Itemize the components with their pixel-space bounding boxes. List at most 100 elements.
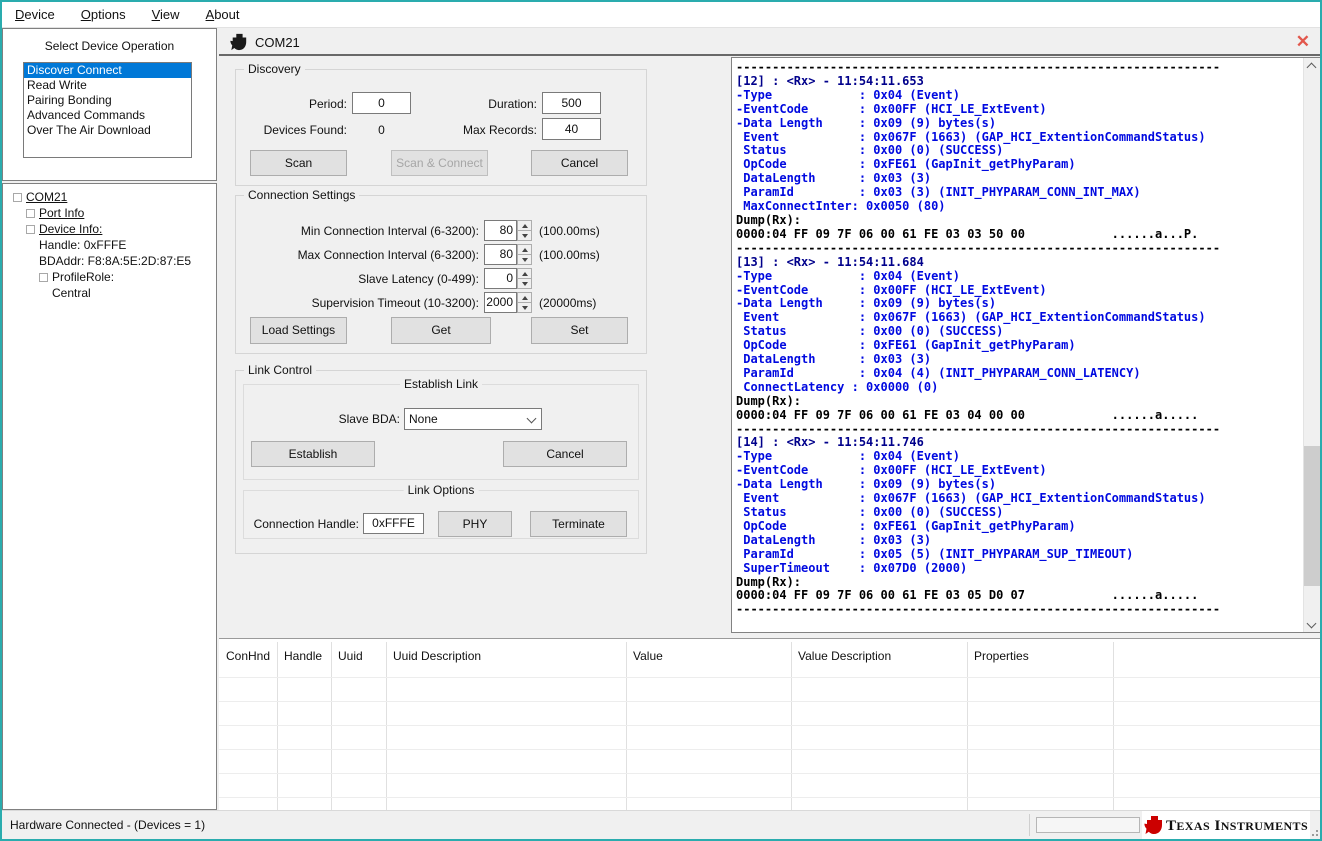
tree-item-handle-0xfffe[interactable]: Handle: 0xFFFE — [8, 237, 216, 253]
log-line: DataLength : 0x03 (3) — [736, 172, 1298, 186]
scroll-up-icon[interactable] — [1308, 62, 1316, 70]
set-button[interactable]: Set — [531, 317, 628, 344]
conn-setting-note: (100.00ms) — [539, 248, 600, 262]
log-line: Status : 0x00 (0) (SUCCESS) — [736, 506, 1298, 520]
spinner-value[interactable]: 80 — [484, 244, 517, 265]
link-cancel-button[interactable]: Cancel — [503, 441, 627, 467]
slave-bda-label: Slave BDA: — [282, 412, 400, 426]
load-settings-button[interactable]: Load Settings — [250, 317, 347, 344]
menu-item-options[interactable]: Options — [68, 2, 139, 26]
log-line: DataLength : 0x03 (3) — [736, 353, 1298, 367]
tree-item-profilerole-[interactable]: ProfileRole: — [8, 269, 216, 285]
connection-handle-label: Connection Handle: — [248, 517, 359, 531]
table-header-properties[interactable]: Properties — [967, 639, 1113, 673]
spinner-down-icon[interactable] — [517, 278, 532, 289]
terminate-button[interactable]: Terminate — [530, 511, 627, 537]
log-line: ParamId : 0x04 (4) (INIT_PHYPARAM_CONN_L… — [736, 367, 1298, 381]
log-line: -EventCode : 0x00FF (HCI_LE_ExtEvent) — [736, 103, 1298, 117]
conn-setting-spinner[interactable]: 0 — [484, 268, 532, 289]
menu-item-device[interactable]: Device — [2, 2, 68, 26]
menu-item-about[interactable]: About — [193, 2, 253, 26]
log-line: [14] : <Rx> - 11:54:11.746 — [736, 436, 1298, 450]
operation-item-advanced-commands[interactable]: Advanced Commands — [24, 108, 191, 123]
spinner-down-icon[interactable] — [517, 302, 532, 313]
conn-setting-label: Min Connection Interval (6-3200): — [242, 224, 479, 238]
tree-item-device-info-[interactable]: Device Info: — [8, 221, 216, 237]
operation-item-discover-connect[interactable]: Discover Connect — [24, 63, 191, 78]
device-operation-listbox[interactable]: Discover ConnectRead WritePairing Bondin… — [23, 62, 192, 158]
table-header-conhnd[interactable]: ConHnd — [219, 639, 277, 673]
scrollbar-thumb[interactable] — [1304, 446, 1321, 586]
com-window-title: COM21 — [255, 35, 300, 50]
table-header-value[interactable]: Value — [626, 639, 791, 673]
table-row-divider — [219, 677, 1322, 678]
operation-item-over-the-air-download[interactable]: Over The Air Download — [24, 123, 191, 138]
spinner-down-icon[interactable] — [517, 230, 532, 241]
table-row-divider — [219, 749, 1322, 750]
discovery-cancel-button[interactable]: Cancel — [531, 150, 628, 176]
duration-label: Duration: — [432, 97, 537, 111]
tree-item-com21[interactable]: COM21 — [8, 189, 216, 205]
log-line: -Data Length : 0x09 (9) bytes(s) — [736, 478, 1298, 492]
tree-expander-icon[interactable] — [39, 273, 48, 282]
period-input[interactable]: 0 — [352, 92, 411, 114]
spinner-down-icon[interactable] — [517, 254, 532, 265]
log-line: [13] : <Rx> - 11:54:11.684 — [736, 256, 1298, 270]
log-line: DataLength : 0x03 (3) — [736, 534, 1298, 548]
log-scrollbar[interactable] — [1303, 58, 1320, 632]
tree-item-port-info[interactable]: Port Info — [8, 205, 216, 221]
table-header-uuid[interactable]: Uuid — [331, 639, 386, 673]
conn-setting-note: (20000ms) — [539, 296, 596, 310]
max-records-label: Max Records: — [432, 123, 537, 137]
conn-setting-spinner[interactable]: 2000 — [484, 292, 532, 313]
log-line: Dump(Rx): — [736, 576, 1298, 590]
tree-item-central[interactable]: Central — [8, 285, 216, 301]
statusbar-separator — [1029, 814, 1030, 836]
spinner-value[interactable]: 0 — [484, 268, 517, 289]
resize-grip[interactable] — [1308, 826, 1318, 836]
event-log-text: ----------------------------------------… — [736, 61, 1298, 617]
log-line: 0000:04 FF 09 7F 06 00 61 FE 03 05 D0 07… — [736, 589, 1298, 603]
scan-connect-button[interactable]: Scan & Connect — [391, 150, 488, 176]
log-line: SuperTimeout : 0x07D0 (2000) — [736, 562, 1298, 576]
duration-input[interactable]: 500 — [542, 92, 601, 114]
scroll-down-icon[interactable] — [1308, 620, 1316, 628]
log-line: -EventCode : 0x00FF (HCI_LE_ExtEvent) — [736, 284, 1298, 298]
table-row-divider — [219, 797, 1322, 798]
tree-expander-icon[interactable] — [26, 225, 35, 234]
phy-button[interactable]: PHY — [438, 511, 512, 537]
table-header-handle[interactable]: Handle — [277, 639, 331, 673]
establish-link-title: Establish Link — [400, 377, 482, 391]
connection-handle-input[interactable]: 0xFFFE — [363, 513, 424, 534]
tree-expander-icon[interactable] — [13, 193, 22, 202]
scan-button[interactable]: Scan — [250, 150, 347, 176]
connection-settings-title: Connection Settings — [244, 188, 359, 202]
spinner-value[interactable]: 2000 — [484, 292, 517, 313]
log-line: Dump(Rx): — [736, 214, 1298, 228]
log-line: -Data Length : 0x09 (9) bytes(s) — [736, 117, 1298, 131]
get-button[interactable]: Get — [391, 317, 491, 344]
btool-app-window: DeviceOptionsViewAbout Select Device Ope… — [0, 0, 1322, 841]
spinner-value[interactable]: 80 — [484, 220, 517, 241]
menu-item-view[interactable]: View — [139, 2, 193, 26]
table-header-uuid-description[interactable]: Uuid Description — [386, 639, 626, 673]
max-records-input[interactable]: 40 — [542, 118, 601, 140]
tree-item-bdaddr-f8-8a-5e-2d-87-e5[interactable]: BDAddr: F8:8A:5E:2D:87:E5 — [8, 253, 216, 269]
log-line: Status : 0x00 (0) (SUCCESS) — [736, 144, 1298, 158]
conn-setting-spinner[interactable]: 80 — [484, 244, 532, 265]
devices-found-label: Devices Found: — [242, 123, 347, 137]
table-row-divider — [219, 773, 1322, 774]
establish-button[interactable]: Establish — [251, 441, 375, 467]
slave-bda-dropdown[interactable]: None — [404, 408, 542, 430]
tree-expander-icon[interactable] — [26, 209, 35, 218]
operation-item-pairing-bonding[interactable]: Pairing Bonding — [24, 93, 191, 108]
table-row-divider — [219, 701, 1322, 702]
log-line: 0000:04 FF 09 7F 06 00 61 FE 03 04 00 00… — [736, 409, 1298, 423]
table-header-value-description[interactable]: Value Description — [791, 639, 967, 673]
devices-found-value: 0 — [352, 123, 411, 137]
slave-bda-value: None — [409, 412, 438, 426]
device-operation-panel: Select Device Operation Discover Connect… — [2, 28, 217, 181]
conn-setting-spinner[interactable]: 80 — [484, 220, 532, 241]
operation-item-read-write[interactable]: Read Write — [24, 78, 191, 93]
close-icon[interactable]: ✕ — [1296, 32, 1310, 52]
